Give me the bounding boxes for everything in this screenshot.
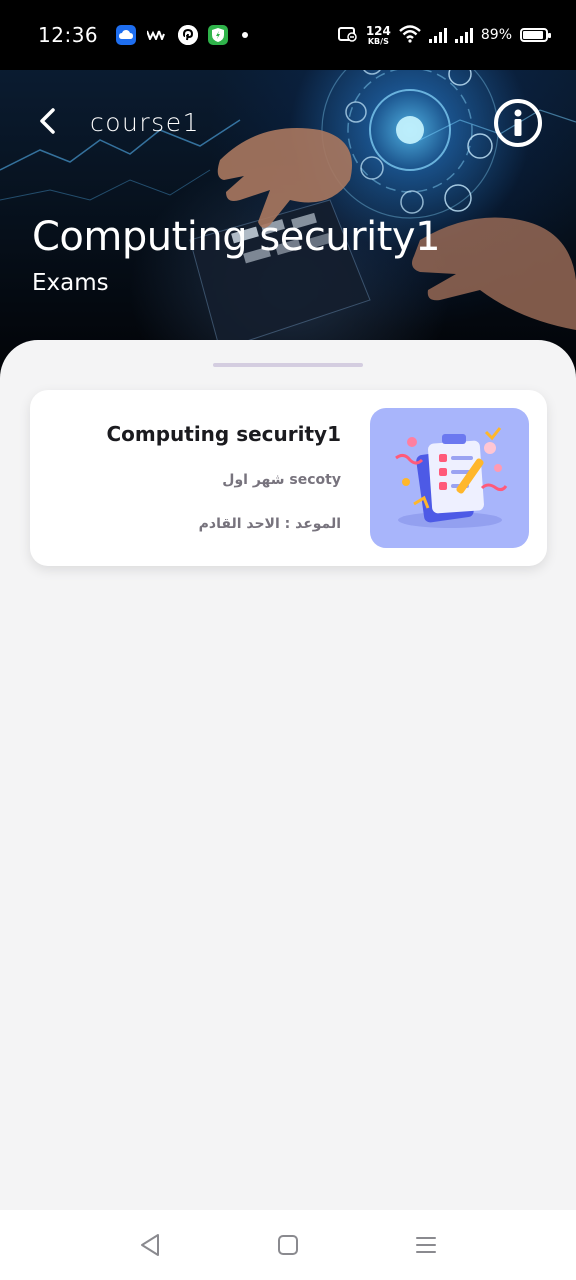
info-button[interactable] <box>494 99 542 147</box>
back-button[interactable] <box>30 104 64 138</box>
exam-illustration <box>370 408 529 548</box>
wattpad-app-icon <box>146 25 168 45</box>
exam-card[interactable]: Computing security1 secoty شهر اول الموع… <box>30 390 547 566</box>
page-subtitle: Exams <box>32 270 109 296</box>
network-speed-unit: KB/S <box>367 36 389 46</box>
more-notifications-dot <box>242 32 249 38</box>
status-time: 12:36 <box>38 23 99 47</box>
battery-icon <box>520 28 551 42</box>
square-home-icon <box>278 1235 298 1255</box>
course-name: course1 <box>90 108 200 137</box>
battery-percent: 89% <box>480 27 512 43</box>
header-banner: course1 Computing security1 Exams <box>0 50 576 380</box>
battery-fill <box>523 31 543 39</box>
signal-strength-1-icon <box>428 27 447 43</box>
nav-menu-button[interactable] <box>411 1230 441 1260</box>
notification-icons <box>116 25 249 45</box>
info-icon <box>514 109 522 136</box>
menu-lines-icon <box>416 1237 436 1253</box>
app-screen: 12:36 124 KB/S 89% course1 Computing sec… <box>0 0 576 1280</box>
shield-app-icon <box>208 25 229 45</box>
exam-subject: secoty شهر اول <box>222 472 341 488</box>
exams-sheet[interactable]: Computing security1 secoty شهر اول الموع… <box>0 340 576 1210</box>
chevron-left-icon <box>40 108 55 134</box>
exam-title: Computing security1 <box>106 422 341 446</box>
page-title: Computing security1 <box>32 214 441 260</box>
signal-strength-2-icon <box>454 27 473 43</box>
nav-back-button[interactable] <box>135 1230 165 1260</box>
status-bar: 12:36 124 KB/S 89% <box>0 0 576 70</box>
triangle-back-icon <box>141 1234 159 1256</box>
exam-date: الموعد : الاحد القادم <box>198 516 341 532</box>
checklist-clipboard-icon <box>395 427 508 528</box>
nav-home-button[interactable] <box>273 1230 303 1260</box>
network-speed: 124 KB/S <box>366 25 391 46</box>
cloud-app-icon <box>116 25 137 45</box>
drag-handle[interactable] <box>213 363 363 367</box>
system-nav-bar <box>0 1210 576 1280</box>
no-sim-icon <box>337 26 358 45</box>
system-indicators: 124 KB/S 89% <box>337 24 551 46</box>
wifi-icon <box>399 24 421 46</box>
pinterest-app-icon <box>178 25 199 45</box>
network-speed-value: 124 <box>365 23 391 38</box>
